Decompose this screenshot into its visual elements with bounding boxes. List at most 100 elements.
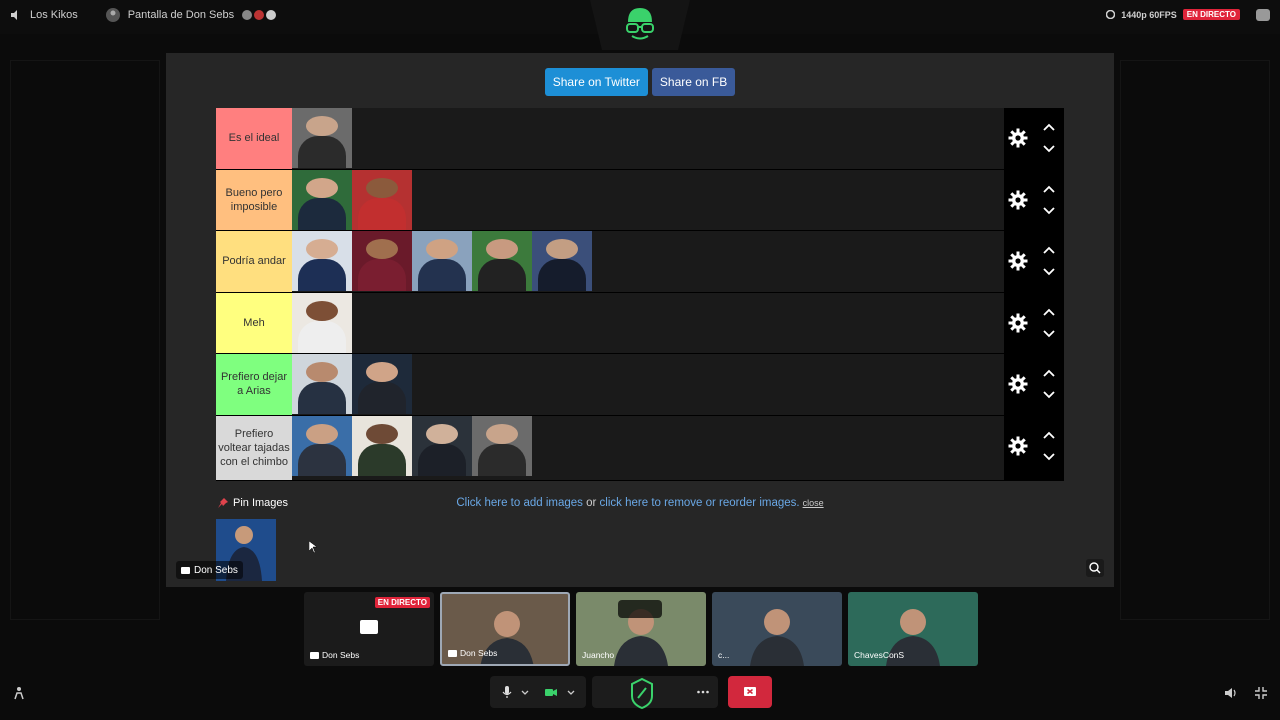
tier-items[interactable] xyxy=(292,292,1004,353)
share-buttons: Share on Twitter Share on FB xyxy=(166,68,1114,96)
top-bar: Los Kikos Pantalla de Don Sebs 1440p 60F… xyxy=(0,0,1280,50)
user-avatar-icon xyxy=(105,8,120,22)
image-actions: Click here to add images or click here t… xyxy=(166,497,1114,509)
tier-controls xyxy=(1004,354,1064,415)
tier-image[interactable] xyxy=(292,231,352,291)
chevron-down-icon[interactable] xyxy=(1042,267,1056,277)
participant-tile[interactable]: ChavesConS xyxy=(848,592,978,666)
stream-quality: 1440p 60FPS xyxy=(1121,9,1177,20)
tier-image[interactable] xyxy=(412,415,472,476)
server-shield-icon[interactable] xyxy=(629,676,655,710)
chat-icon[interactable] xyxy=(1256,9,1270,21)
activity-icon[interactable] xyxy=(12,686,26,700)
share-twitter-button[interactable]: Share on Twitter xyxy=(544,68,648,96)
share-fb-button[interactable]: Share on FB xyxy=(651,68,736,96)
gear-icon[interactable] xyxy=(1008,374,1028,394)
chevron-up-icon[interactable] xyxy=(1042,430,1056,440)
participant-tile[interactable]: Don Sebs xyxy=(440,592,570,666)
chevron-down-icon[interactable] xyxy=(1042,206,1056,216)
tier-label[interactable]: Prefiero voltear tajadas con el chimbo xyxy=(216,415,292,480)
tier-items[interactable] xyxy=(292,169,1004,230)
participant-tile[interactable]: c... xyxy=(712,592,842,666)
tier-row: Prefiero dejar a Arias xyxy=(216,354,1064,416)
tier-image[interactable] xyxy=(292,292,352,353)
volume-icon[interactable] xyxy=(1224,686,1238,700)
gear-icon[interactable] xyxy=(1008,436,1028,456)
chevron-down-icon[interactable] xyxy=(1042,144,1056,154)
gear-icon[interactable] xyxy=(1008,190,1028,210)
participant-tile[interactable]: Juancho xyxy=(576,592,706,666)
tier-image[interactable] xyxy=(292,354,352,414)
gear-icon[interactable] xyxy=(1008,128,1028,148)
tier-image[interactable] xyxy=(292,169,352,230)
tier-image[interactable] xyxy=(352,415,412,476)
tier-row: Meh xyxy=(216,292,1064,354)
remove-images-link[interactable]: click here to remove or reorder images. xyxy=(600,497,800,509)
participant-name: Juancho xyxy=(582,650,614,660)
tier-controls xyxy=(1004,231,1064,292)
tier-items[interactable] xyxy=(292,108,1004,169)
gear-icon[interactable] xyxy=(1008,313,1028,333)
tile-live-badge: EN DIRECTO xyxy=(374,597,430,608)
close-link[interactable]: close xyxy=(803,498,824,508)
stop-screen-icon xyxy=(744,687,756,696)
tier-row: Podría andar xyxy=(216,231,1064,293)
tier-label[interactable]: Meh xyxy=(216,292,292,353)
activity-controls xyxy=(592,676,718,710)
tier-image[interactable] xyxy=(352,169,412,230)
camera-options-chevron-icon[interactable] xyxy=(566,685,576,699)
media-controls xyxy=(490,676,586,708)
chevron-up-icon[interactable] xyxy=(1042,245,1056,255)
tier-image[interactable] xyxy=(292,108,352,168)
chevron-up-icon[interactable] xyxy=(1042,307,1056,317)
exit-fullscreen-icon[interactable] xyxy=(1254,686,1268,700)
chevron-up-icon[interactable] xyxy=(1042,184,1056,194)
speaker-icon xyxy=(11,10,17,20)
tier-row: Prefiero voltear tajadas con el chimbo xyxy=(216,415,1064,481)
tier-items[interactable] xyxy=(292,354,1004,415)
microphone-icon[interactable] xyxy=(500,685,514,699)
chevron-up-icon[interactable] xyxy=(1042,368,1056,378)
chevron-up-icon[interactable] xyxy=(1042,122,1056,132)
stage-name-tag: Don Sebs xyxy=(176,561,243,579)
zoom-icon[interactable] xyxy=(1086,559,1104,577)
tier-image[interactable] xyxy=(352,231,412,291)
screen-share-icon xyxy=(181,566,190,574)
stream-status: 1440p 60FPS EN DIRECTO xyxy=(1106,9,1240,20)
participant-name-label: Don Sebs xyxy=(460,648,498,658)
participant-video xyxy=(750,609,804,666)
add-images-link[interactable]: Click here to add images xyxy=(456,497,583,509)
participant-tile[interactable]: EN DIRECTO Don Sebs xyxy=(304,592,434,666)
left-decoration xyxy=(10,60,160,620)
tier-label[interactable]: Bueno pero imposible xyxy=(216,169,292,230)
participant-name: ChavesConS xyxy=(854,650,904,660)
screen-share-icon xyxy=(448,649,457,657)
server-name[interactable]: Los Kikos xyxy=(30,9,78,21)
tile-options[interactable] xyxy=(618,600,662,618)
more-options-icon[interactable] xyxy=(696,685,710,699)
camera-icon[interactable] xyxy=(544,685,558,699)
tier-image[interactable] xyxy=(412,231,472,291)
tier-controls xyxy=(1004,292,1064,353)
tier-image[interactable] xyxy=(292,415,352,476)
tier-image[interactable] xyxy=(352,354,412,414)
chevron-down-icon[interactable] xyxy=(1042,452,1056,462)
tier-controls xyxy=(1004,415,1064,480)
tier-label[interactable]: Podría andar xyxy=(216,231,292,292)
chevron-down-icon[interactable] xyxy=(1042,329,1056,339)
tier-items[interactable] xyxy=(292,231,1004,292)
chevron-down-icon[interactable] xyxy=(1042,390,1056,400)
stop-stream-button[interactable] xyxy=(728,676,772,708)
tier-image[interactable] xyxy=(532,231,592,291)
viewer-avatars xyxy=(242,10,277,20)
tier-image[interactable] xyxy=(472,415,532,476)
tier-label[interactable]: Es el ideal xyxy=(216,108,292,169)
participant-name: Don Sebs xyxy=(310,650,359,660)
screen-share-icon xyxy=(360,620,378,634)
channel-info: Los Kikos Pantalla de Don Sebs xyxy=(10,8,277,22)
mic-options-chevron-icon[interactable] xyxy=(520,685,530,699)
tier-image[interactable] xyxy=(472,231,532,291)
gear-icon[interactable] xyxy=(1008,251,1028,271)
tier-label[interactable]: Prefiero dejar a Arias xyxy=(216,354,292,415)
tier-items[interactable] xyxy=(292,415,1004,480)
